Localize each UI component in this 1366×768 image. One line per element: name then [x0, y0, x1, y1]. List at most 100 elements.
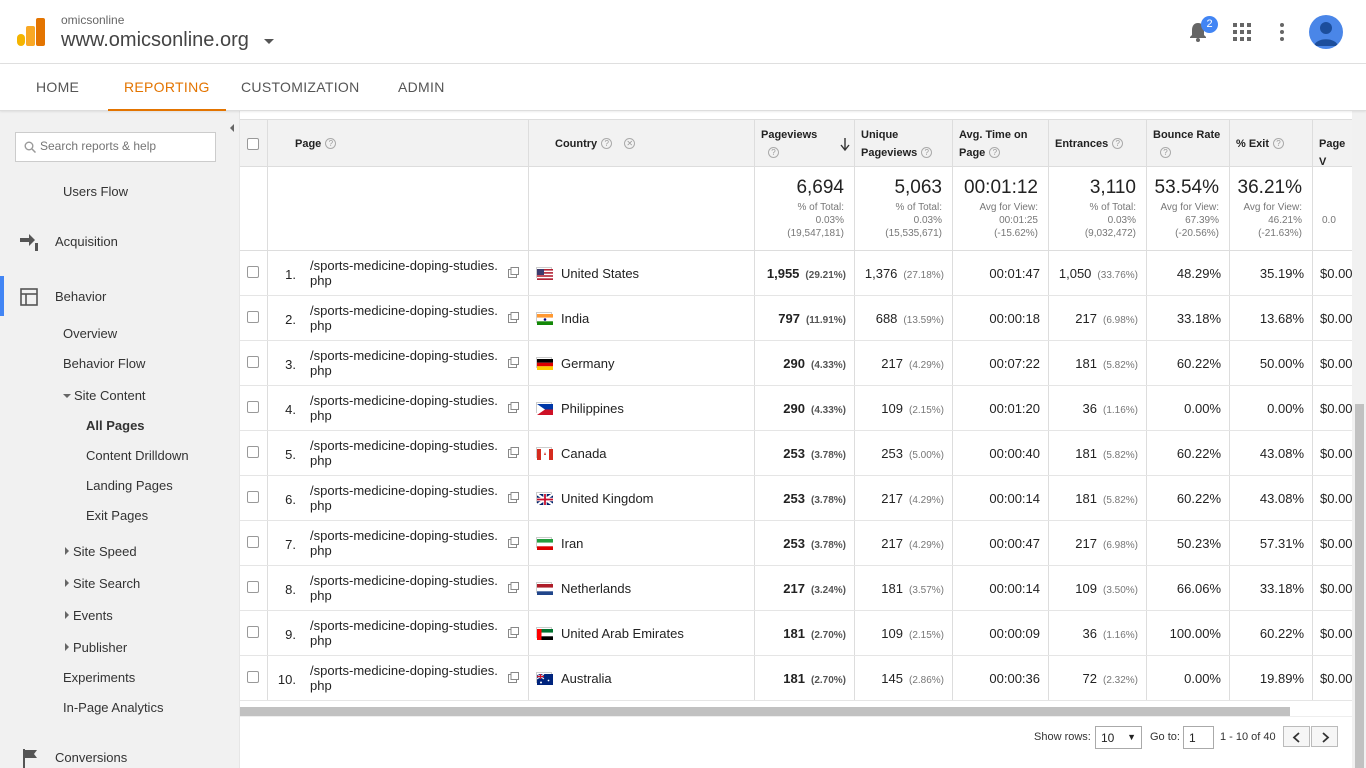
row-checkbox[interactable]	[247, 491, 259, 503]
open-external-icon[interactable]	[508, 537, 519, 548]
row-checkbox[interactable]	[247, 356, 259, 368]
tab-admin[interactable]: ADMIN	[398, 64, 445, 111]
open-external-icon[interactable]	[508, 492, 519, 503]
help-icon[interactable]: ?	[325, 138, 337, 149]
sidebar-item-content-drilldown[interactable]: Content Drilldown	[86, 448, 189, 463]
sidebar-item-in-page-analytics[interactable]: In-Page Analytics	[63, 700, 163, 715]
show-rows-select[interactable]: 10 ▼	[1095, 726, 1142, 749]
sidebar-item-behavior[interactable]: Behavior	[55, 289, 106, 304]
next-page-button[interactable]	[1311, 726, 1338, 747]
user-avatar[interactable]	[1309, 15, 1343, 49]
scrollbar-thumb[interactable]	[1355, 404, 1364, 768]
sidebar-item-acquisition[interactable]: Acquisition	[55, 234, 118, 249]
row-checkbox[interactable]	[247, 671, 259, 683]
page-link[interactable]: /sports-medicine-doping-studies. php	[310, 393, 498, 423]
row-checkbox[interactable]	[247, 536, 259, 548]
help-icon[interactable]: ?	[1160, 147, 1171, 158]
open-external-icon[interactable]	[508, 357, 519, 368]
country-link[interactable]: Iran	[561, 536, 583, 551]
page-value-cell: $0.00	[1320, 266, 1352, 281]
sidebar-item-behavior-flow[interactable]: Behavior Flow	[63, 356, 145, 371]
column-header-page-value[interactable]: Page V	[1319, 135, 1352, 171]
open-external-icon[interactable]	[508, 447, 519, 458]
page-link[interactable]: /sports-medicine-doping-studies. php	[310, 258, 498, 288]
collapse-sidebar-icon[interactable]	[225, 119, 239, 137]
row-checkbox[interactable]	[247, 311, 259, 323]
open-external-icon[interactable]	[508, 267, 519, 278]
sidebar-item-users-flow[interactable]: Users Flow	[63, 184, 128, 199]
tab-home[interactable]: HOME	[36, 64, 79, 111]
page-link[interactable]: /sports-medicine-doping-studies. php	[310, 348, 498, 378]
column-header-bounce-rate[interactable]: Bounce Rate?	[1153, 126, 1220, 162]
page-link[interactable]: /sports-medicine-doping-studies. php	[310, 618, 498, 648]
column-header-unique-pageviews[interactable]: Unique Pageviews?	[861, 126, 933, 162]
page-link[interactable]: /sports-medicine-doping-studies. php	[310, 528, 498, 558]
row-checkbox[interactable]	[247, 266, 259, 278]
column-header-avg-time[interactable]: Avg. Time on Page?	[959, 126, 1027, 162]
sort-down-arrow-icon[interactable]	[840, 137, 850, 151]
search-box[interactable]	[15, 132, 216, 162]
caret-down-icon[interactable]	[264, 39, 274, 44]
help-icon[interactable]: ?	[601, 138, 613, 149]
apps-grid-icon[interactable]	[1233, 23, 1251, 41]
tab-customization[interactable]: CUSTOMIZATION	[241, 64, 360, 111]
prev-page-button[interactable]	[1283, 726, 1310, 747]
more-vert-icon[interactable]	[1279, 23, 1285, 41]
country-link[interactable]: India	[561, 311, 589, 326]
vertical-scrollbar[interactable]	[1352, 111, 1366, 768]
country-link[interactable]: United Arab Emirates	[561, 626, 684, 641]
open-external-icon[interactable]	[508, 672, 519, 683]
analytics-logo-icon[interactable]	[17, 18, 45, 46]
help-icon[interactable]: ?	[989, 147, 1001, 158]
page-link[interactable]: /sports-medicine-doping-studies. php	[310, 663, 498, 693]
sidebar-item-site-search[interactable]: Site Search	[65, 576, 140, 591]
help-icon[interactable]: ?	[1112, 138, 1124, 149]
help-icon[interactable]: ?	[768, 147, 779, 158]
country-link[interactable]: United States	[561, 266, 639, 281]
sidebar-item-exit-pages[interactable]: Exit Pages	[86, 508, 148, 523]
sidebar-item-publisher[interactable]: Publisher	[65, 640, 127, 655]
horizontal-scrollbar[interactable]	[240, 707, 1290, 716]
open-external-icon[interactable]	[508, 627, 519, 638]
country-link[interactable]: Philippines	[561, 401, 624, 416]
help-icon[interactable]: ?	[921, 147, 933, 158]
select-all-checkbox[interactable]	[247, 138, 259, 150]
sidebar-item-site-content[interactable]: Site Content	[63, 388, 146, 403]
column-header-pageviews[interactable]: Pageviews?	[761, 126, 817, 162]
country-link[interactable]: Australia	[561, 671, 612, 686]
open-external-icon[interactable]	[508, 582, 519, 593]
row-checkbox[interactable]	[247, 401, 259, 413]
sidebar-item-experiments[interactable]: Experiments	[63, 670, 135, 685]
tab-reporting[interactable]: REPORTING	[108, 64, 226, 111]
country-link[interactable]: Netherlands	[561, 581, 631, 596]
page-link[interactable]: /sports-medicine-doping-studies. php	[310, 438, 498, 468]
help-icon[interactable]: ?	[1273, 138, 1285, 149]
row-checkbox[interactable]	[247, 626, 259, 638]
country-link[interactable]: Germany	[561, 356, 614, 371]
column-header-entrances[interactable]: Entrances?	[1055, 135, 1124, 153]
sidebar-item-site-speed[interactable]: Site Speed	[65, 544, 137, 559]
sidebar-item-conversions[interactable]: Conversions	[55, 750, 127, 765]
open-external-icon[interactable]	[508, 402, 519, 413]
column-header-exit[interactable]: % Exit?	[1236, 135, 1285, 153]
sidebar-item-overview[interactable]: Overview	[63, 326, 117, 341]
row-checkbox[interactable]	[247, 581, 259, 593]
goto-input[interactable]: 1	[1183, 726, 1214, 749]
property-selector[interactable]: www.omicsonline.org	[61, 29, 249, 52]
country-link[interactable]: United Kingdom	[561, 491, 654, 506]
column-header-country[interactable]: Country? ✕	[555, 135, 636, 153]
table-row: 7. /sports-medicine-doping-studies. php I…	[240, 521, 1352, 566]
search-input[interactable]	[40, 139, 210, 153]
row-checkbox[interactable]	[247, 446, 259, 458]
sidebar-item-events[interactable]: Events	[65, 608, 113, 623]
country-link[interactable]: Canada	[561, 446, 607, 461]
column-header-page[interactable]: Page?	[295, 135, 337, 153]
sidebar-item-all-pages[interactable]: All Pages	[86, 418, 145, 433]
notification-badge[interactable]: 2	[1201, 16, 1218, 33]
sidebar-item-landing-pages[interactable]: Landing Pages	[86, 478, 173, 493]
open-external-icon[interactable]	[508, 312, 519, 323]
page-link[interactable]: /sports-medicine-doping-studies. php	[310, 483, 498, 513]
remove-dimension-icon[interactable]: ✕	[624, 138, 636, 149]
page-link[interactable]: /sports-medicine-doping-studies. php	[310, 573, 498, 603]
page-link[interactable]: /sports-medicine-doping-studies. php	[310, 303, 498, 333]
